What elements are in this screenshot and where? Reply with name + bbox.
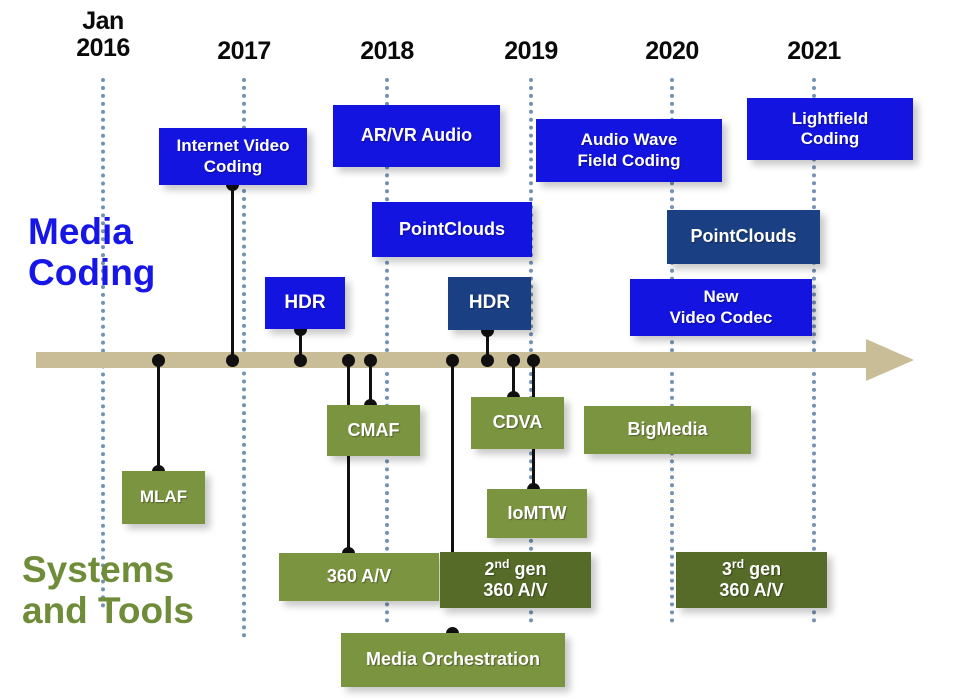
milestone-box-label: AR/VR Audio xyxy=(360,125,473,146)
year-gridline xyxy=(529,78,533,623)
connector-line xyxy=(157,360,160,472)
milestone-box-label: HDR xyxy=(468,292,511,314)
year-label: 2018 xyxy=(360,37,414,65)
milestone-box-label: Media Orchestration xyxy=(365,649,541,670)
milestone-dot xyxy=(507,354,520,367)
year-label: 2020 xyxy=(645,37,699,65)
milestone-box-label: CMAF xyxy=(347,419,400,440)
media-coding-caption: Media Coding xyxy=(28,211,156,293)
milestone-box-hdr-2017[interactable]: HDR xyxy=(265,277,345,329)
milestone-box-cdva[interactable]: CDVA xyxy=(471,397,564,449)
timeline-diagram: Jan 2016 2017 2018 2019 2020 2021 Internet Vi… xyxy=(0,0,971,700)
systems-and-tools-caption: Systems and Tools xyxy=(22,549,194,631)
milestone-dot xyxy=(527,354,540,367)
timeline-arrow-head xyxy=(866,339,914,381)
milestone-dot xyxy=(294,354,307,367)
milestone-box-label: IoMTW xyxy=(507,502,567,523)
milestone-box-pointclouds-2018[interactable]: PointClouds xyxy=(372,202,532,257)
milestone-box-label: Lightfield Coding xyxy=(791,108,869,148)
connector-line xyxy=(231,184,234,361)
milestone-box-label: Internet Video Coding xyxy=(176,136,290,176)
connector-line xyxy=(451,360,454,554)
milestone-box-label: 3rd gen 360 A/V xyxy=(719,556,784,600)
connector-line xyxy=(347,360,350,554)
milestone-box-audio-wave-field-coding[interactable]: Audio Wave Field Coding xyxy=(536,119,722,182)
milestone-box-label: MLAF xyxy=(139,487,188,507)
milestone-dot xyxy=(364,354,377,367)
year-label: Jan 2016 xyxy=(76,7,130,62)
milestone-dot xyxy=(152,354,165,367)
milestone-box-new-video-codec[interactable]: New Video Codec xyxy=(630,279,812,336)
milestone-box-label: CDVA xyxy=(492,412,543,433)
milestone-dot xyxy=(481,354,494,367)
milestone-box-mlaf[interactable]: MLAF xyxy=(122,471,205,524)
milestone-box-label: BigMedia xyxy=(627,419,708,440)
milestone-dot xyxy=(226,354,239,367)
year-gridline xyxy=(101,78,105,608)
year-label: 2019 xyxy=(504,37,558,65)
milestone-box-iomtw[interactable]: IoMTW xyxy=(487,489,587,538)
milestone-dot xyxy=(446,354,459,367)
milestone-box-label: PointClouds xyxy=(690,226,797,247)
year-label: 2021 xyxy=(787,37,841,65)
milestone-box-label: 360 A/V xyxy=(326,566,392,587)
milestone-box-internet-video-coding[interactable]: Internet Video Coding xyxy=(159,128,307,185)
milestone-box-360-av[interactable]: 360 A/V xyxy=(279,553,439,601)
milestone-box-lightfield-coding[interactable]: Lightfield Coding xyxy=(747,98,913,160)
milestone-box-label: HDR xyxy=(284,291,326,313)
year-label: 2017 xyxy=(217,37,271,65)
milestone-box-bigmedia[interactable]: BigMedia xyxy=(584,406,751,454)
milestone-box-media-orchestration[interactable]: Media Orchestration xyxy=(341,633,565,687)
milestone-box-3rd-gen-360-av[interactable]: 3rd gen 360 A/V xyxy=(676,552,827,608)
milestone-box-arvr-audio[interactable]: AR/VR Audio xyxy=(333,105,500,167)
milestone-box-cmaf[interactable]: CMAF xyxy=(327,405,420,456)
milestone-box-label: PointClouds xyxy=(399,218,505,239)
milestone-box-2nd-gen-360-av[interactable]: 2nd gen 360 A/V xyxy=(440,552,591,608)
milestone-box-label: 2nd gen 360 A/V xyxy=(483,556,548,600)
milestone-box-label: New Video Codec xyxy=(669,287,773,327)
milestone-box-label: Audio Wave Field Coding xyxy=(577,130,681,170)
milestone-box-pointclouds-2020[interactable]: PointClouds xyxy=(667,210,820,264)
milestone-dot xyxy=(342,354,355,367)
milestone-box-hdr-2019[interactable]: HDR xyxy=(448,277,531,330)
